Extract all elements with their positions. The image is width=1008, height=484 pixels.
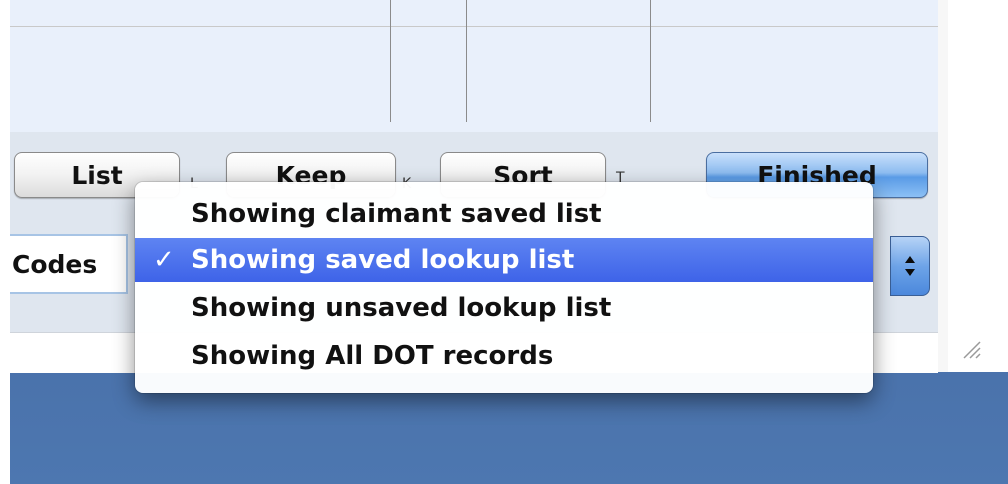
codes-field-text: Codes [12,249,98,279]
up-down-arrows-icon [905,256,915,276]
codes-field[interactable]: Codes [10,234,128,294]
resize-grip-icon[interactable] [958,336,982,360]
list-button-label: List [71,160,123,190]
table-column-divider [650,0,651,122]
list-mode-popup-menu: Showing claimant saved list ✓ Showing sa… [135,182,873,393]
table-row-divider [10,26,938,27]
menu-item-label: Showing unsaved lookup list [191,293,612,323]
menu-item-claimant-saved-list[interactable]: Showing claimant saved list [135,192,873,236]
list-mode-popup-arrows[interactable] [890,236,930,296]
table-column-divider [390,0,391,122]
menu-item-unsaved-lookup-list[interactable]: Showing unsaved lookup list [135,286,873,330]
menu-item-label: Showing saved lookup list [191,245,575,275]
window-edge [938,0,1008,372]
table-column-divider [466,0,467,122]
menu-item-saved-lookup-list[interactable]: ✓ Showing saved lookup list [135,238,873,282]
results-table [10,0,939,133]
menu-item-all-dot-records[interactable]: Showing All DOT records [135,334,873,378]
menu-item-label: Showing claimant saved list [191,199,602,229]
menu-item-label: Showing All DOT records [191,341,554,371]
checkmark-icon: ✓ [153,245,175,275]
